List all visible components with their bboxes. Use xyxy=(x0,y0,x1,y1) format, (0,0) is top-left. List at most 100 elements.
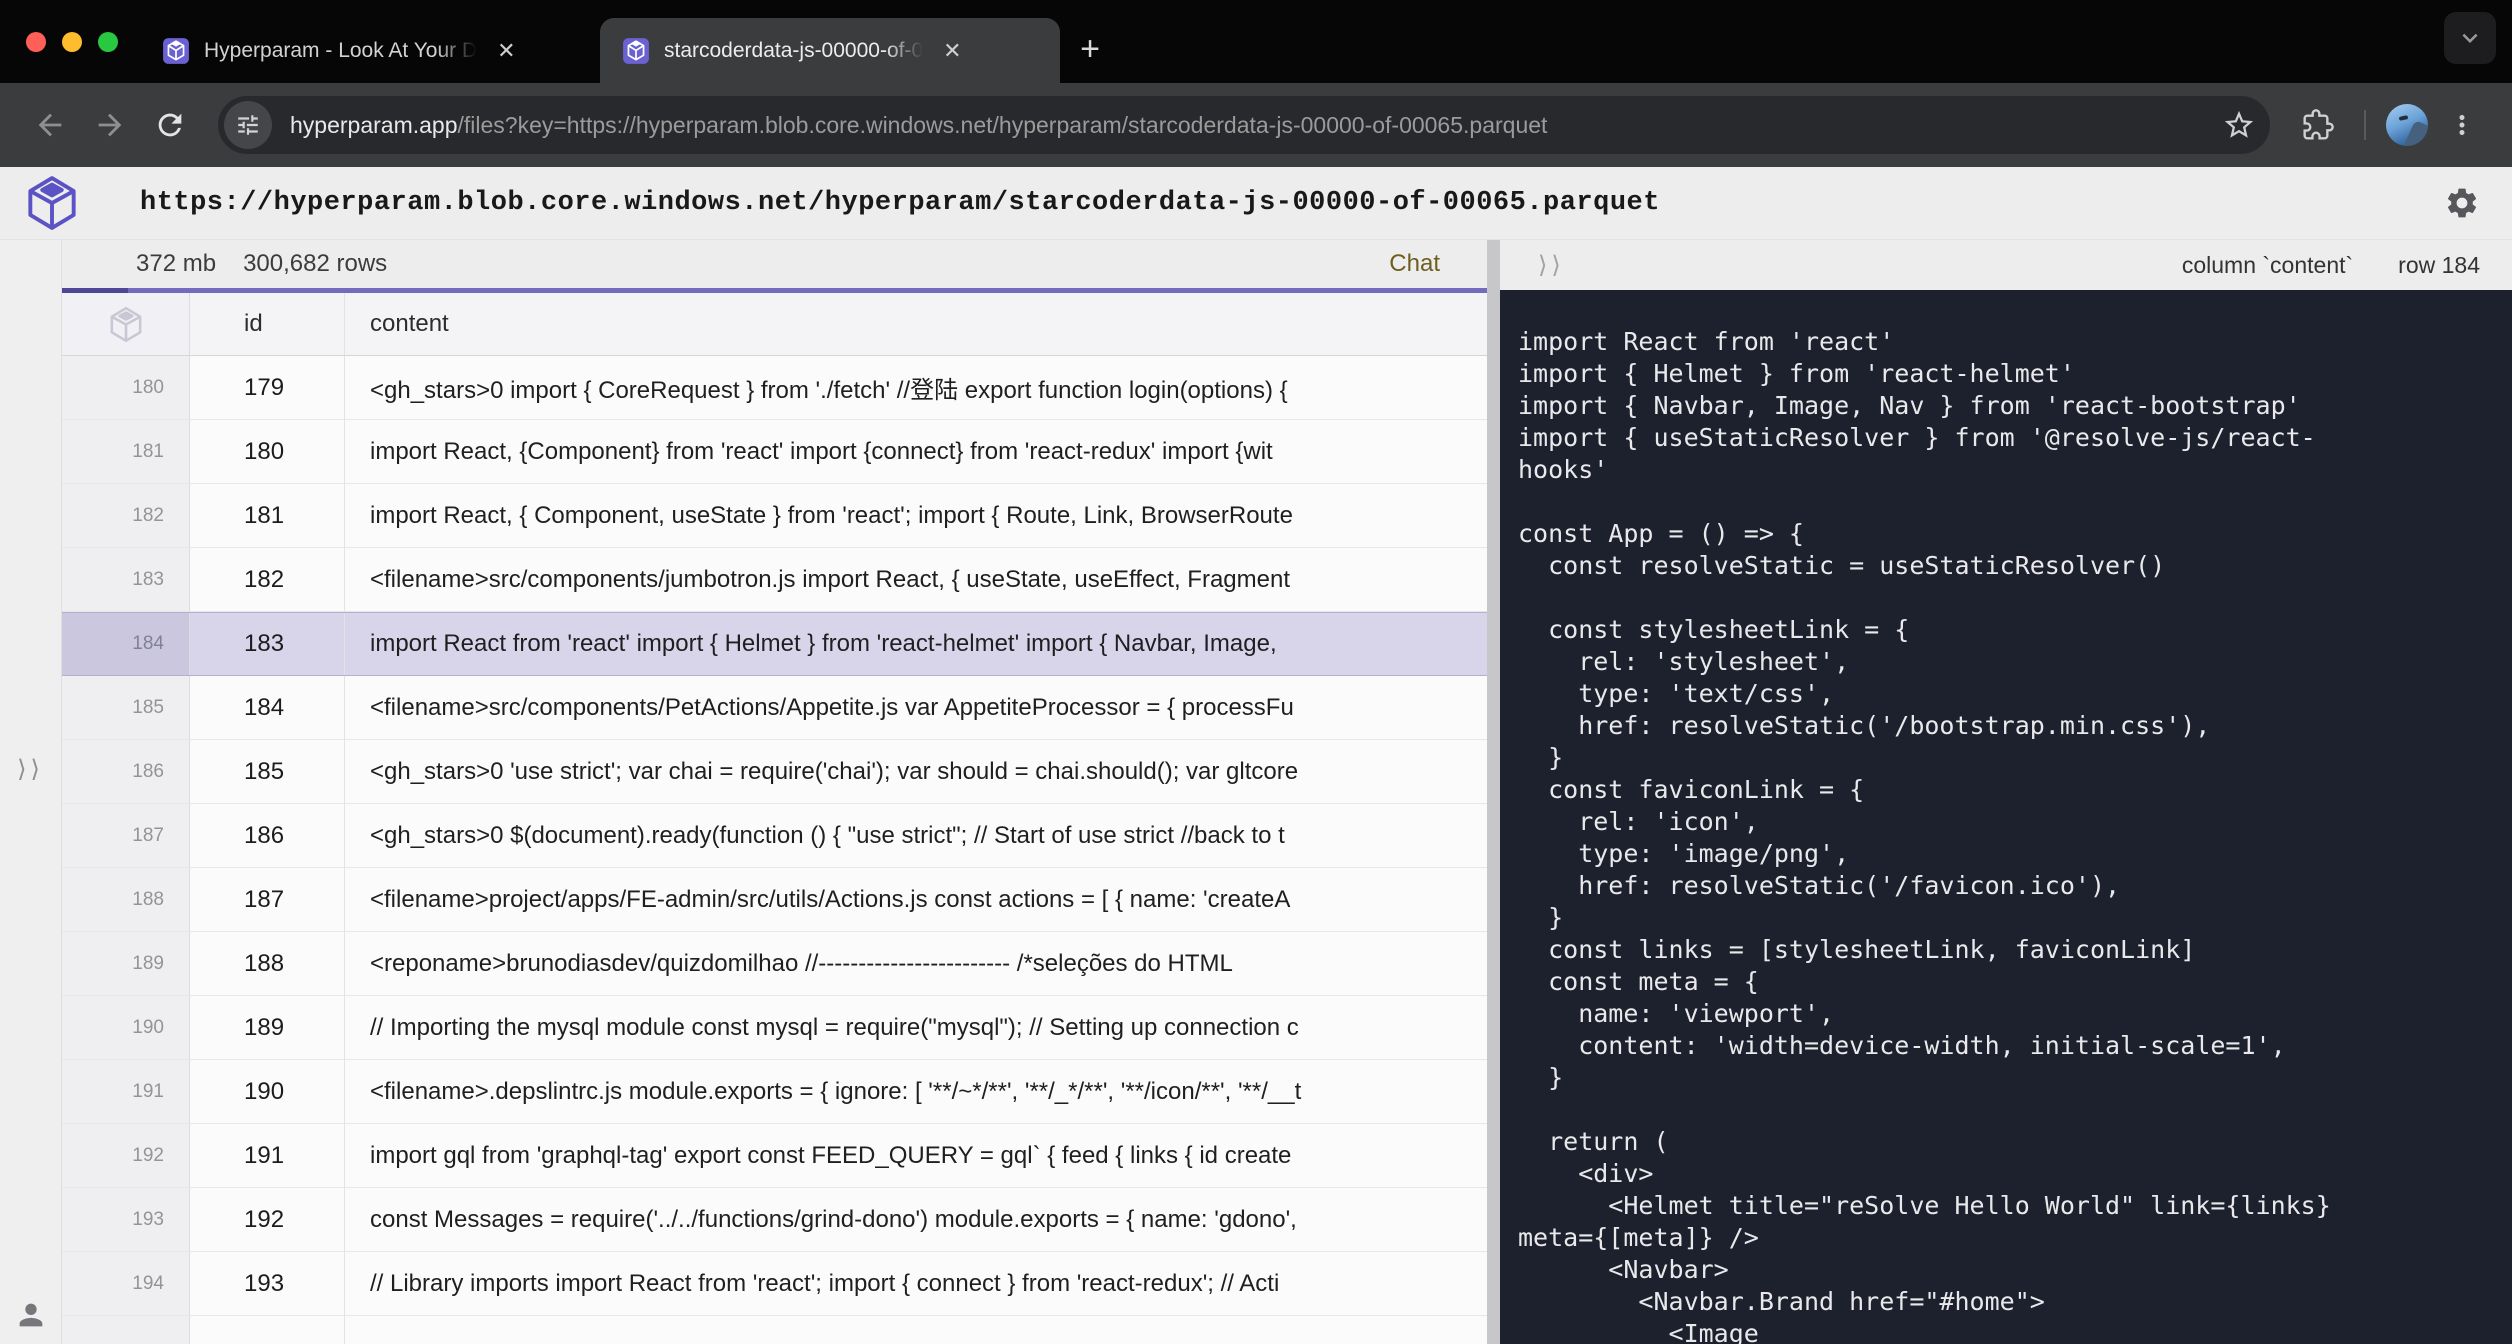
cell-content[interactable]: // Library imports import React from 're… xyxy=(345,1252,1487,1315)
column-header-content[interactable]: content xyxy=(345,293,1487,355)
cell-content[interactable]: <gh_stars>0 'use strict'; var chai = req… xyxy=(345,740,1487,803)
cell-id[interactable]: 189 xyxy=(190,996,345,1059)
tab-close-icon[interactable]: ✕ xyxy=(937,38,967,64)
row-number[interactable] xyxy=(62,1316,190,1344)
cell-content[interactable]: import React, { Component, useState } fr… xyxy=(345,484,1487,547)
cell-id[interactable]: 188 xyxy=(190,932,345,995)
table-row[interactable]: 184 183 import React from 'react' import… xyxy=(62,612,1487,676)
browser-menu-button[interactable] xyxy=(2436,99,2488,151)
site-settings-button[interactable] xyxy=(224,101,272,149)
table-row[interactable]: 187 186 <gh_stars>0 $(document).ready(fu… xyxy=(62,804,1487,868)
cell-id[interactable]: 184 xyxy=(190,676,345,739)
cell-content[interactable]: <filename>project/apps/FE-admin/src/util… xyxy=(345,868,1487,931)
cell-content[interactable]: import React from 'react' import { Helme… xyxy=(345,613,1487,675)
minimize-window-button[interactable] xyxy=(62,32,82,52)
row-number[interactable]: 180 xyxy=(62,356,190,419)
corner-cell[interactable] xyxy=(62,293,190,355)
bookmark-button[interactable] xyxy=(2222,108,2256,142)
chat-button[interactable]: Chat xyxy=(1389,250,1440,278)
cell-content[interactable]: <filename>.depslintrc.js module.exports … xyxy=(345,1060,1487,1123)
cell-content[interactable]: import React, {Component} from 'react' i… xyxy=(345,420,1487,483)
row-number[interactable]: 183 xyxy=(62,548,190,611)
cell-id[interactable]: 185 xyxy=(190,740,345,803)
table-row[interactable]: 182 181 import React, { Component, useSt… xyxy=(62,484,1487,548)
row-number[interactable]: 184 xyxy=(62,613,190,675)
cell-id[interactable]: 181 xyxy=(190,484,345,547)
cell-content[interactable]: // Importing the mysql module const mysq… xyxy=(345,996,1487,1059)
table-row[interactable]: 191 190 <filename>.depslintrc.js module.… xyxy=(62,1060,1487,1124)
table-row[interactable]: 181 180 import React, {Component} from '… xyxy=(62,420,1487,484)
cell-content[interactable]: <filename>src/components/jumbotron.js im… xyxy=(345,548,1487,611)
code-line xyxy=(1518,582,2500,614)
panel-resize-handle[interactable] xyxy=(1487,240,1500,1344)
row-number[interactable]: 193 xyxy=(62,1188,190,1251)
user-profile-button[interactable] xyxy=(14,1298,48,1332)
table-row[interactable]: 194 193 // Library imports import React … xyxy=(62,1252,1487,1316)
row-number[interactable]: 187 xyxy=(62,804,190,867)
table-row[interactable]: 192 191 import gql from 'graphql-tag' ex… xyxy=(62,1124,1487,1188)
collapse-panel-button[interactable]: ⟩⟩ xyxy=(1538,251,1565,280)
cell-content[interactable]: <gh_stars>0 $(document).ready(function (… xyxy=(345,804,1487,867)
row-number[interactable]: 192 xyxy=(62,1124,190,1187)
column-header-id[interactable]: id xyxy=(190,293,345,355)
table-row[interactable]: 190 189 // Importing the mysql module co… xyxy=(62,996,1487,1060)
cell-id[interactable]: 183 xyxy=(190,613,345,675)
address-bar[interactable]: hyperparam.app/files?key=https://hyperpa… xyxy=(218,96,2270,154)
table-row[interactable]: 189 188 <reponame>brunodiasdev/quizdomil… xyxy=(62,932,1487,996)
cell-content[interactable]: const Messages = require('../../function… xyxy=(345,1188,1487,1251)
cell-id[interactable]: 191 xyxy=(190,1124,345,1187)
cell-content[interactable]: <filename>src/components/PetActions/Appe… xyxy=(345,676,1487,739)
row-number[interactable]: 189 xyxy=(62,932,190,995)
cell-id[interactable]: 179 xyxy=(190,356,345,419)
table-row[interactable]: 185 184 <filename>src/components/PetActi… xyxy=(62,676,1487,740)
row-number[interactable]: 181 xyxy=(62,420,190,483)
scroll-thumb[interactable] xyxy=(62,288,128,293)
row-number[interactable]: 185 xyxy=(62,676,190,739)
row-number[interactable]: 194 xyxy=(62,1252,190,1315)
settings-button[interactable] xyxy=(2444,185,2480,221)
profile-avatar[interactable] xyxy=(2386,104,2428,146)
table-row[interactable]: 186 185 <gh_stars>0 'use strict'; var ch… xyxy=(62,740,1487,804)
table-row[interactable]: 193 192 const Messages = require('../../… xyxy=(62,1188,1487,1252)
table-row[interactable]: 180 179 <gh_stars>0 import { CoreRequest… xyxy=(62,356,1487,420)
cell-content[interactable]: <reponame>brunodiasdev/quizdomilhao //--… xyxy=(345,932,1487,995)
tab-starcoderdata-parquet[interactable]: starcoderdata-js-00000-of-0 ✕ xyxy=(600,18,1060,83)
table-row-partial[interactable] xyxy=(62,1316,1487,1344)
cell-id[interactable]: 182 xyxy=(190,548,345,611)
url-text: hyperparam.app/files?key=https://hyperpa… xyxy=(290,112,2210,139)
reload-button[interactable] xyxy=(144,99,196,151)
forward-button[interactable] xyxy=(84,99,136,151)
extensions-button[interactable] xyxy=(2292,99,2344,151)
cell-id[interactable]: 192 xyxy=(190,1188,345,1251)
table-row[interactable]: 188 187 <filename>project/apps/FE-admin/… xyxy=(62,868,1487,932)
cell-id[interactable]: 186 xyxy=(190,804,345,867)
cell-content[interactable]: import gql from 'graphql-tag' export con… xyxy=(345,1124,1487,1187)
table-row[interactable]: 183 182 <filename>src/components/jumbotr… xyxy=(62,548,1487,612)
cell-content[interactable]: <gh_stars>0 import { CoreRequest } from … xyxy=(345,356,1487,419)
expand-sidebar-button[interactable]: ⟩⟩ xyxy=(17,755,44,784)
back-button[interactable] xyxy=(24,99,76,151)
close-window-button[interactable] xyxy=(26,32,46,52)
row-number[interactable]: 182 xyxy=(62,484,190,547)
tab-search-button[interactable] xyxy=(2444,12,2496,64)
cell-content[interactable] xyxy=(345,1316,1487,1344)
row-number[interactable]: 186 xyxy=(62,740,190,803)
row-number[interactable]: 190 xyxy=(62,996,190,1059)
code-line: } xyxy=(1518,902,2500,934)
maximize-window-button[interactable] xyxy=(98,32,118,52)
cell-id[interactable]: 180 xyxy=(190,420,345,483)
cell-id[interactable] xyxy=(190,1316,345,1344)
cell-id[interactable]: 187 xyxy=(190,868,345,931)
forward-arrow-icon xyxy=(93,108,127,142)
row-number[interactable]: 191 xyxy=(62,1060,190,1123)
hyperparam-logo[interactable] xyxy=(26,174,78,232)
accent-scrollbar[interactable] xyxy=(62,288,1487,293)
cell-id[interactable]: 193 xyxy=(190,1252,345,1315)
person-icon xyxy=(14,1298,48,1332)
cell-id[interactable]: 190 xyxy=(190,1060,345,1123)
row-number[interactable]: 188 xyxy=(62,868,190,931)
tab-hyperparam-home[interactable]: Hyperparam - Look At Your D ✕ xyxy=(140,18,600,83)
tab-close-icon[interactable]: ✕ xyxy=(491,38,521,64)
new-tab-button[interactable]: + xyxy=(1060,19,1120,79)
back-arrow-icon xyxy=(33,108,67,142)
